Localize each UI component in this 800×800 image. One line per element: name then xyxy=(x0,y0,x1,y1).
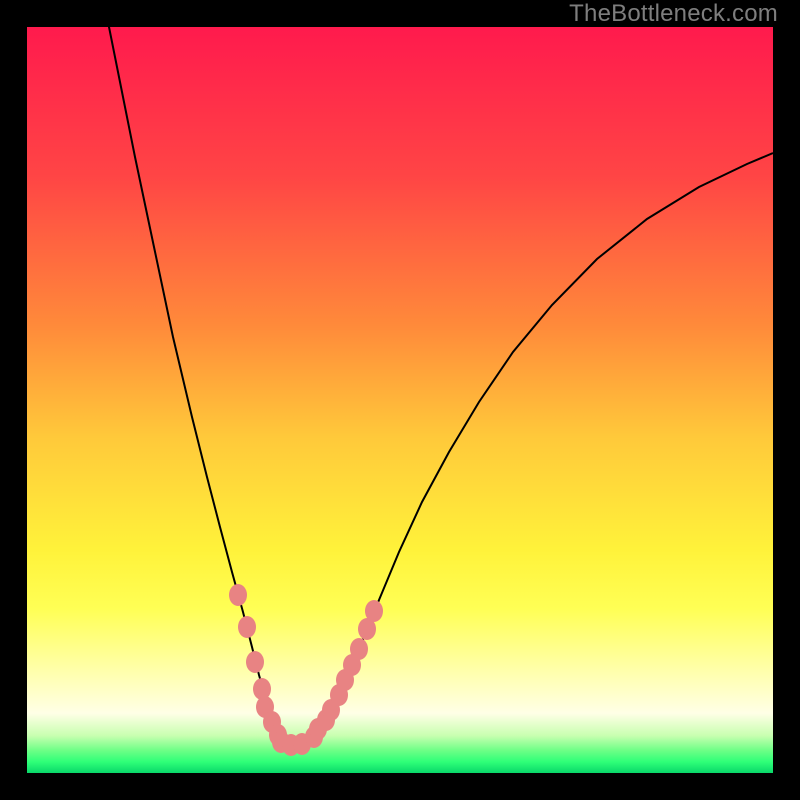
chart-canvas xyxy=(27,27,773,773)
gradient-background xyxy=(27,27,773,773)
curve-marker xyxy=(246,651,264,673)
chart-frame xyxy=(27,27,773,773)
curve-marker xyxy=(229,584,247,606)
curve-marker xyxy=(365,600,383,622)
curve-marker xyxy=(350,638,368,660)
watermark-text: TheBottleneck.com xyxy=(569,0,778,28)
curve-marker xyxy=(238,616,256,638)
